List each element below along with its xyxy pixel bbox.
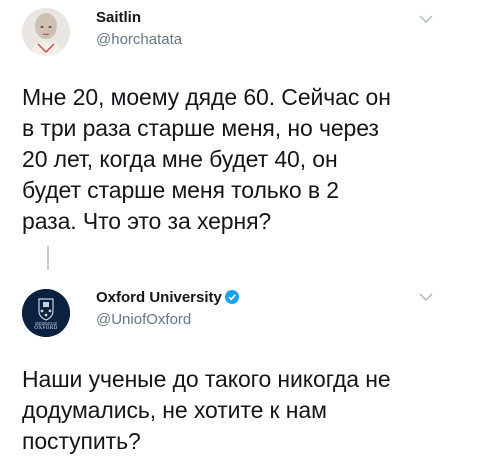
- chevron-down-icon[interactable]: [418, 292, 434, 302]
- tweet-text-line: будет старше меня только в 2: [22, 177, 339, 203]
- tweet-text-line: поступить?: [22, 428, 141, 454]
- avatar-caption: OXFORD: [34, 326, 58, 331]
- avatar-tiny-text: UNIVERSITY OF: [34, 321, 58, 325]
- tweet-original: Saitlin @horchatata Мне 20, моему дяде 6…: [0, 0, 498, 290]
- person-avatar-icon: [22, 8, 70, 56]
- avatar[interactable]: [22, 8, 70, 56]
- chevron-down-icon[interactable]: [418, 14, 434, 24]
- user-handle[interactable]: @UniofOxford: [96, 311, 191, 328]
- avatar[interactable]: UNIVERSITY OF OXFORD: [22, 289, 70, 337]
- tweet-text-line: Наши ученые до такого никогда не: [22, 366, 391, 392]
- user-handle[interactable]: @horchatata: [96, 31, 182, 48]
- tweet-text-line: 20 лет, когда мне будет 40, он: [22, 146, 338, 172]
- tweet-text-line: раза. Что это за херня?: [22, 208, 272, 234]
- display-name-label: Oxford University: [96, 289, 222, 306]
- verified-badge-icon: [224, 290, 239, 304]
- tweet-reply: UNIVERSITY OF OXFORD Oxford University @…: [0, 280, 498, 476]
- display-name[interactable]: Saitlin: [96, 9, 141, 26]
- tweet-text-line: Мне 20, моему дяде 60. Сейчас он: [22, 84, 391, 110]
- tweet-text-line: в три раза старше меня, но через: [22, 115, 379, 141]
- tweet-text-line: додумались, не хотите к нам: [22, 397, 327, 423]
- tweet-text: Мне 20, моему дяде 60. Сейчас он в три р…: [22, 82, 492, 237]
- thread-connector: [47, 246, 49, 270]
- tweet-text: Наши ученые до такого никогда не додумал…: [22, 364, 492, 457]
- display-name[interactable]: Oxford University: [96, 289, 239, 306]
